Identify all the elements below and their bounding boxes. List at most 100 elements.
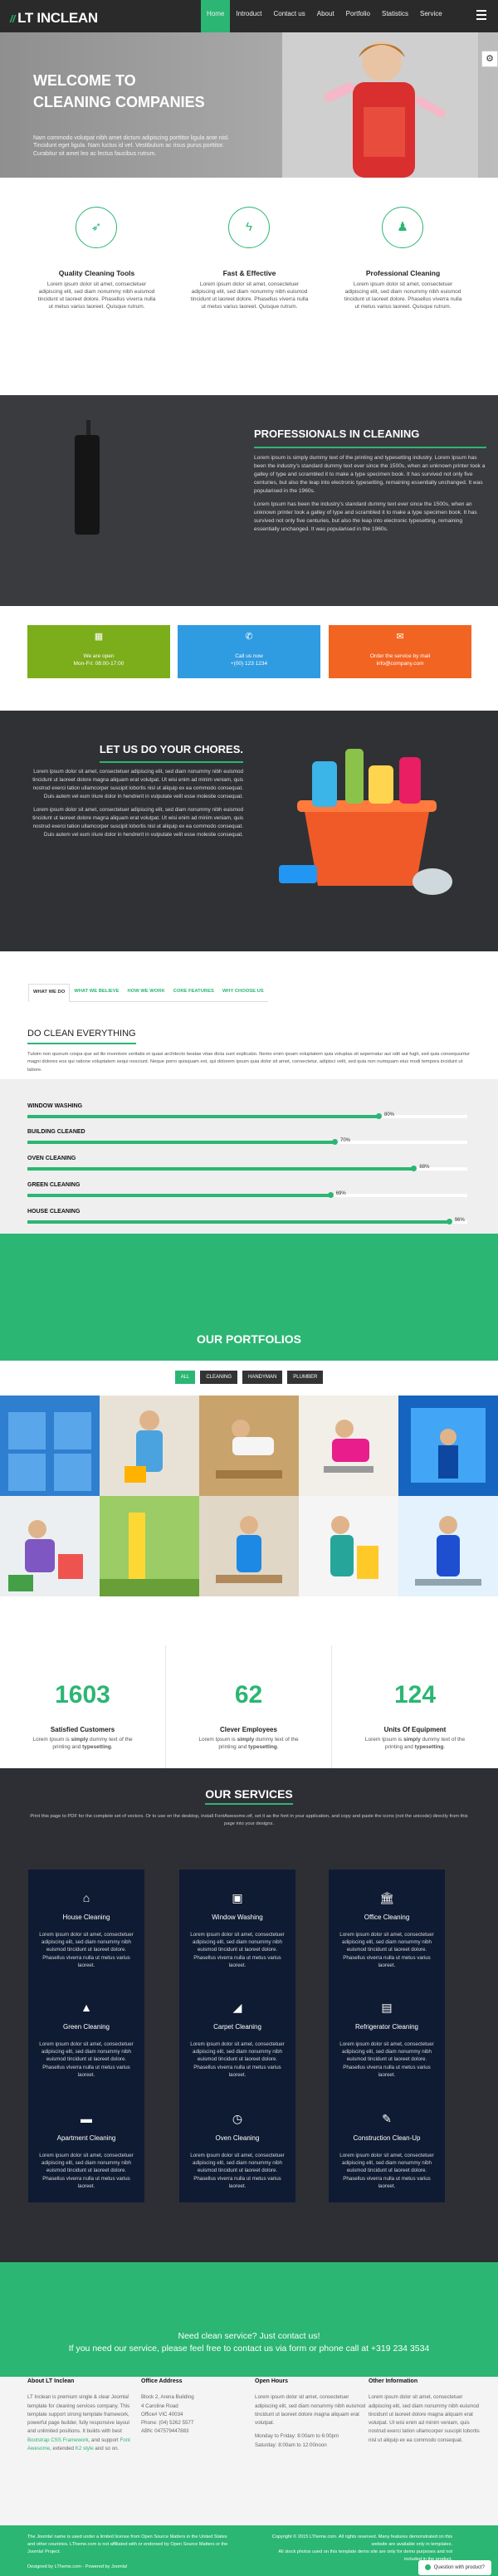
portfolio-item[interactable]: [199, 1396, 299, 1496]
service-text: Lorem ipsum dolor sit amet, consectetuer…: [39, 2152, 134, 2189]
calendar-icon: ▦: [94, 632, 104, 642]
portfolio-item[interactable]: [398, 1496, 498, 1596]
service-title: Oven Cleaning: [215, 2134, 260, 2142]
skill-track: 80%: [27, 1112, 467, 1120]
lightning-icon: ϟ: [228, 207, 270, 248]
skill-bar: WINDOW WASHING 80%: [27, 1102, 467, 1120]
logo[interactable]: //LT INCLEAN: [10, 9, 98, 28]
portfolio-item[interactable]: [0, 1496, 100, 1596]
service-title: Green Cleaning: [62, 2023, 110, 2031]
nav-contact[interactable]: Contact us: [267, 0, 310, 32]
services-section: OUR SERVICES Print this page to PDF for …: [0, 1768, 498, 2262]
box-label: We are open: [83, 653, 115, 659]
tab-bar: WHAT WE DO WHAT WE BELIEVE HOW WE WORK C…: [28, 984, 268, 1002]
box-label: Call us now: [235, 653, 263, 659]
nav-portfolio[interactable]: Portfolio: [340, 0, 376, 32]
filter-all[interactable]: ALL: [174, 1371, 196, 1385]
skill-label: OVEN CLEANING: [27, 1156, 76, 1161]
portfolio-item[interactable]: [398, 1396, 498, 1496]
skill-percent: 69%: [335, 1191, 346, 1197]
footer: About LT Inclean LT Inclean is premium s…: [0, 2377, 498, 2525]
gear-icon[interactable]: ⚙: [481, 51, 498, 67]
portfolio-item[interactable]: [299, 1496, 398, 1596]
box-value: info@company.com: [376, 661, 424, 667]
portfolio-item[interactable]: [299, 1396, 398, 1496]
hero-text: Nam commodo volutpat nibh amet dictum ad…: [33, 135, 230, 157]
hero-image: [282, 32, 478, 178]
portfolio-item[interactable]: [0, 1396, 100, 1496]
designed-by[interactable]: Designed by LTheme.com - Powered by Joom…: [27, 2564, 128, 2571]
service-text: Lorem ipsum dolor sit amet, consectetuer…: [339, 2041, 434, 2078]
skill-track: 96%: [27, 1218, 467, 1225]
feature-professional: ♟ Professional Cleaning Lorem ipsum dolo…: [343, 207, 463, 311]
clock-icon: ◷: [232, 2112, 243, 2125]
skills-section: WINDOW WASHING 80% BUILDING CLEANED 70% OVEN…: [0, 1079, 498, 1234]
open-hours-box[interactable]: ▦ We are open Mon-Fri: 08:00-17:00: [27, 625, 170, 678]
tab-title: DO CLEAN EVERYTHING: [27, 1028, 136, 1044]
k2-link[interactable]: K2 style: [76, 2446, 94, 2451]
call-box[interactable]: ✆ Call us now +(00) 123 1234: [178, 625, 320, 678]
menu-icon[interactable]: [476, 10, 486, 22]
skill-bar: GREEN CLEANING 69%: [27, 1181, 467, 1199]
tab-what-we-believe[interactable]: WHAT WE BELIEVE: [70, 984, 123, 1001]
services-intro: Print this page to PDF for the complete …: [30, 1814, 468, 1826]
service-text: Lorem ipsum dolor sit amet, consectetuer…: [190, 2041, 285, 2078]
wrench-icon: ✎: [382, 2112, 392, 2125]
service-card[interactable]: ✎ Construction Clean-Up Lorem ipsum dolor …: [329, 2090, 445, 2202]
service-title: Refrigerator Cleaning: [354, 2023, 419, 2031]
bootstrap-link[interactable]: Bootstrap CSS Framework: [27, 2437, 89, 2443]
counter-text: Lorem Ipsum is simply dummy text of the …: [364, 1737, 466, 1751]
paragraph: Lorem ipsum dolor sit amet, consectetuer…: [32, 768, 243, 799]
service-card[interactable]: ▲ Green Cleaning Lorem ipsum dolor sit ame…: [28, 1979, 144, 2091]
feature-text: Lorem ipsum dolor sit amet, consectetuer…: [37, 281, 156, 310]
footer-heading: Office Address: [141, 2378, 183, 2384]
section-title: PROFESSIONALS IN CLEANING: [254, 427, 486, 448]
office-line: Phone: (04) 5262 5577: [141, 2420, 194, 2427]
service-card[interactable]: ⌂ House Cleaning Lorem ipsum dolor sit ame…: [28, 1870, 144, 1982]
counter-text: Lorem Ipsum is simply dummy text of the …: [32, 1737, 133, 1751]
tree-icon: ▲: [81, 2001, 92, 2014]
service-title: House Cleaning: [62, 1914, 110, 1921]
counter-number: 1603: [55, 1681, 110, 1708]
tab-core-features[interactable]: CORE FEATURES: [169, 984, 218, 1001]
footer-office: Office Address Block 2, Arena Building 4…: [141, 2378, 253, 2437]
nav-about[interactable]: About: [311, 0, 340, 32]
feature-title: Fast & Effective: [222, 269, 276, 277]
nav-statistics[interactable]: Statistics: [376, 0, 414, 32]
service-card[interactable]: ◢ Carpet Cleaning Lorem ipsum dolor sit am…: [179, 1979, 295, 2091]
tab-how-we-work[interactable]: HOW WE WORK: [124, 984, 169, 1001]
portfolio-item[interactable]: [100, 1396, 199, 1496]
service-card[interactable]: 🏛 Office Cleaning Lorem ipsum dolor sit am…: [329, 1870, 445, 1982]
chores-section: LET US DO YOUR CHORES. Lorem ipsum dolor…: [0, 711, 498, 951]
portfolio-grid: [0, 1396, 498, 1596]
mail-box[interactable]: ✉ Order the service by mail info@company…: [329, 625, 471, 678]
filter-plumber[interactable]: PLUMBER: [287, 1371, 324, 1385]
service-title: Window Washing: [212, 1914, 263, 1921]
service-card[interactable]: ▬ Apartment Cleaning Lorem ipsum dolor sit…: [28, 2090, 144, 2202]
tab-what-we-do[interactable]: WHAT WE DO: [28, 984, 71, 1002]
footer-about: About LT Inclean LT Inclean is premium s…: [27, 2378, 139, 2453]
copyright-text: Copyright © 2015 LTheme.com. All rights …: [271, 2534, 452, 2562]
service-title: Office Cleaning: [364, 1914, 410, 1921]
portfolio-item[interactable]: [199, 1496, 299, 1596]
skill-bar: OVEN CLEANING 88%: [27, 1155, 467, 1172]
nav-introduct[interactable]: Introduct: [230, 0, 267, 32]
skill-label: HOUSE CLEANING: [27, 1209, 81, 1215]
nav-home[interactable]: Home: [201, 0, 231, 32]
counter-title: Clever Employees: [220, 1725, 277, 1733]
filter-cleaning[interactable]: CLEANING: [200, 1371, 238, 1385]
portfolio-item[interactable]: [100, 1496, 199, 1596]
logo-text: LT INCLEAN: [17, 10, 98, 26]
question-button[interactable]: Question with product?: [417, 2560, 491, 2576]
footer-info: Other Information Lorem ipsum dolor sit …: [369, 2378, 481, 2445]
filter-handyman[interactable]: HANDYMAN: [242, 1371, 283, 1385]
service-card[interactable]: ▣ Window Washing Lorem ipsum dolor sit ame…: [179, 1870, 295, 1982]
tab-why-choose-us[interactable]: WHY CHOOSE US: [218, 984, 268, 1001]
box-label: Order the service by mail: [369, 653, 431, 659]
service-card[interactable]: ◷ Oven Cleaning Lorem ipsum dolor sit amet…: [179, 2090, 295, 2202]
main-nav: Home Introduct Contact us About Portfoli…: [201, 0, 448, 32]
service-card[interactable]: ▤ Refrigerator Cleaning Lorem ipsum dolor …: [329, 1979, 445, 2091]
nav-service[interactable]: Service: [414, 0, 448, 32]
footer-heading: Other Information: [369, 2378, 418, 2384]
counter-number: 62: [234, 1681, 263, 1708]
